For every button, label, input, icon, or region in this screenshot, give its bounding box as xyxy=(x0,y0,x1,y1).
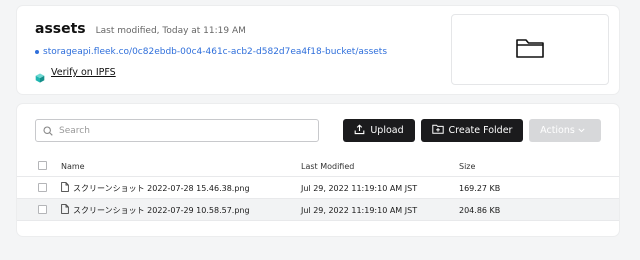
table-header-row: Name Last Modified Size xyxy=(17,155,619,177)
upload-label: Upload xyxy=(370,125,404,136)
file-name-cell[interactable]: スクリーンショット 2022-07-28 15.46.38.png xyxy=(61,177,250,199)
search-input[interactable] xyxy=(59,125,299,136)
size-cell: 169.27 KB xyxy=(459,183,501,193)
row-checkbox[interactable] xyxy=(38,183,47,192)
select-all-checkbox[interactable] xyxy=(38,161,47,170)
create-folder-label: Create Folder xyxy=(448,125,513,136)
bucket-url-row: storageapi.fleek.co/0c82ebdb-00c4-461c-a… xyxy=(35,47,387,57)
size-cell: 204.86 KB xyxy=(459,205,501,215)
url-bullet xyxy=(35,50,39,54)
table-row[interactable]: スクリーンショット 2022-07-29 10.58.57.png Jul 29… xyxy=(17,199,619,221)
file-icon xyxy=(61,182,69,194)
row-checkbox[interactable] xyxy=(38,205,47,214)
file-name-cell[interactable]: スクリーンショット 2022-07-29 10.58.57.png xyxy=(61,199,250,221)
folder-icon xyxy=(515,37,545,63)
bucket-title-row: assets Last modified, Today at 11:19 AM xyxy=(35,21,246,37)
folder-plus-icon xyxy=(431,124,449,137)
search-icon xyxy=(43,121,53,140)
folder-preview xyxy=(451,14,609,85)
file-name: スクリーンショット 2022-07-29 10.58.57.png xyxy=(73,205,250,215)
verify-ipfs-link[interactable]: Verify on IPFS xyxy=(51,67,116,78)
column-header-size[interactable]: Size xyxy=(459,155,475,177)
ipfs-row: Verify on IPFS xyxy=(35,67,116,83)
search-box[interactable] xyxy=(35,119,319,142)
create-folder-button[interactable]: Create Folder xyxy=(421,119,523,142)
actions-dropdown-button[interactable]: Actions xyxy=(529,119,601,142)
actions-label: Actions xyxy=(540,125,575,136)
chevron-down-icon xyxy=(578,125,590,136)
column-header-name[interactable]: Name xyxy=(61,155,85,177)
bucket-header-card: assets Last modified, Today at 11:19 AM … xyxy=(17,6,619,94)
file-name: スクリーンショット 2022-07-28 15.46.38.png xyxy=(73,183,250,193)
upload-button[interactable]: Upload xyxy=(343,119,415,142)
files-card: Upload Create Folder Actions Name Last M… xyxy=(17,104,619,236)
bucket-url-link[interactable]: storageapi.fleek.co/0c82ebdb-00c4-461c-a… xyxy=(43,47,387,57)
file-icon xyxy=(61,204,69,216)
upload-icon xyxy=(354,123,370,138)
last-modified-text: Last modified, Today at 11:19 AM xyxy=(95,26,246,36)
column-header-last-modified[interactable]: Last Modified xyxy=(301,155,354,177)
ipfs-cube-icon xyxy=(35,68,45,83)
last-modified-cell: Jul 29, 2022 11:19:10 AM JST xyxy=(301,205,418,215)
bucket-name: assets xyxy=(35,21,86,37)
table-row[interactable]: スクリーンショット 2022-07-28 15.46.38.png Jul 29… xyxy=(17,177,619,199)
last-modified-cell: Jul 29, 2022 11:19:10 AM JST xyxy=(301,183,418,193)
